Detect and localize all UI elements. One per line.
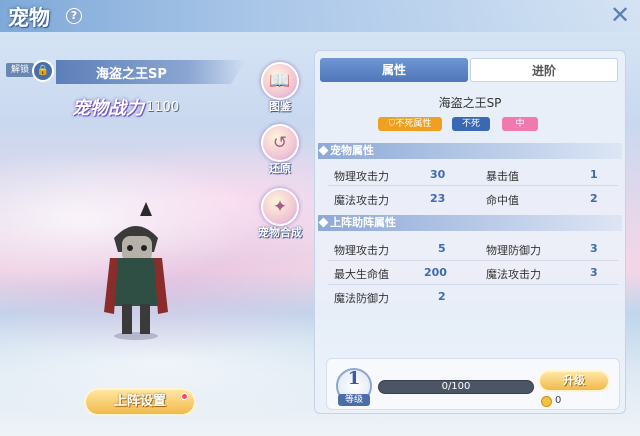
attr-value: 23 <box>430 192 446 205</box>
attr-name: 物理攻击力 <box>334 244 389 257</box>
help-icon[interactable]: ? <box>66 8 82 24</box>
notification-dot <box>181 393 188 400</box>
title-bar <box>0 0 640 32</box>
xp-text: 0/100 <box>441 381 471 392</box>
tag-undead-attribute: ⛉不死属性 <box>378 117 442 131</box>
compose-label: 宠物合成 <box>258 226 302 239</box>
attr-value: 2 <box>438 290 446 303</box>
attr-value: 3 <box>590 266 598 279</box>
level-label: 等级 <box>338 394 370 406</box>
pet-character[interactable] <box>96 196 176 342</box>
pet-attributes-header: 宠物属性 <box>318 143 622 159</box>
row-divider <box>328 260 618 261</box>
attr-value: 200 <box>424 266 447 279</box>
row-divider <box>328 284 618 285</box>
attr-name: 物理攻击力 <box>334 170 389 183</box>
power-label: 宠物战力 <box>72 98 144 119</box>
restore-icon: ↺ <box>261 124 299 162</box>
upgrade-button[interactable]: 升级 <box>538 370 610 392</box>
tab-advance[interactable]: 进阶 <box>470 58 618 82</box>
book-icon: 📖 <box>261 62 299 100</box>
attr-name: 命中值 <box>486 194 519 207</box>
panel-pet-name: 海盗之王SP <box>438 96 502 110</box>
pet-name: 海盗之王SP <box>96 67 167 82</box>
attr-value: 30 <box>430 168 446 181</box>
attr-value: 1 <box>590 168 598 181</box>
tag-undead: 不死 <box>452 117 490 131</box>
attr-name: 最大生命值 <box>334 268 389 281</box>
lock-icon[interactable]: 🔒 <box>32 60 54 82</box>
tab-attributes[interactable]: 属性 <box>320 58 468 82</box>
codex-label: 图鉴 <box>269 100 291 113</box>
deploy-settings-button[interactable]: 上阵设置 <box>84 388 196 416</box>
tag-undead-attribute-label: 不死属性 <box>395 119 432 129</box>
level-value: 1 <box>347 368 361 389</box>
compose-icon: ✦ <box>261 188 299 226</box>
row-divider <box>328 185 618 186</box>
attr-name: 暴击值 <box>486 170 519 183</box>
deploy-settings-label: 上阵设置 <box>113 394 166 409</box>
compose-button[interactable]: ✦ 宠物合成 <box>258 188 302 240</box>
attr-name: 魔法攻击力 <box>486 268 541 281</box>
close-icon[interactable]: ✕ <box>606 2 634 28</box>
attr-value: 5 <box>438 242 446 255</box>
coin-icon <box>541 396 552 407</box>
power-value: 1100 <box>146 100 180 115</box>
attr-name: 物理防御力 <box>486 244 541 257</box>
attr-value: 2 <box>590 192 598 205</box>
page-title: 宠物 <box>8 5 50 30</box>
tag-size: 中 <box>502 117 538 131</box>
coin-value: 0 <box>555 395 562 406</box>
attr-name: 魔法防御力 <box>334 292 389 305</box>
restore-button[interactable]: ↺ 还原 <box>258 124 302 176</box>
attr-name: 魔法攻击力 <box>334 194 389 207</box>
codex-button[interactable]: 📖 图鉴 <box>258 62 302 114</box>
restore-label: 还原 <box>269 162 291 175</box>
attr-value: 3 <box>590 242 598 255</box>
unlock-label: 解锁 <box>6 63 34 77</box>
support-attributes-header: 上阵助阵属性 <box>318 215 622 231</box>
